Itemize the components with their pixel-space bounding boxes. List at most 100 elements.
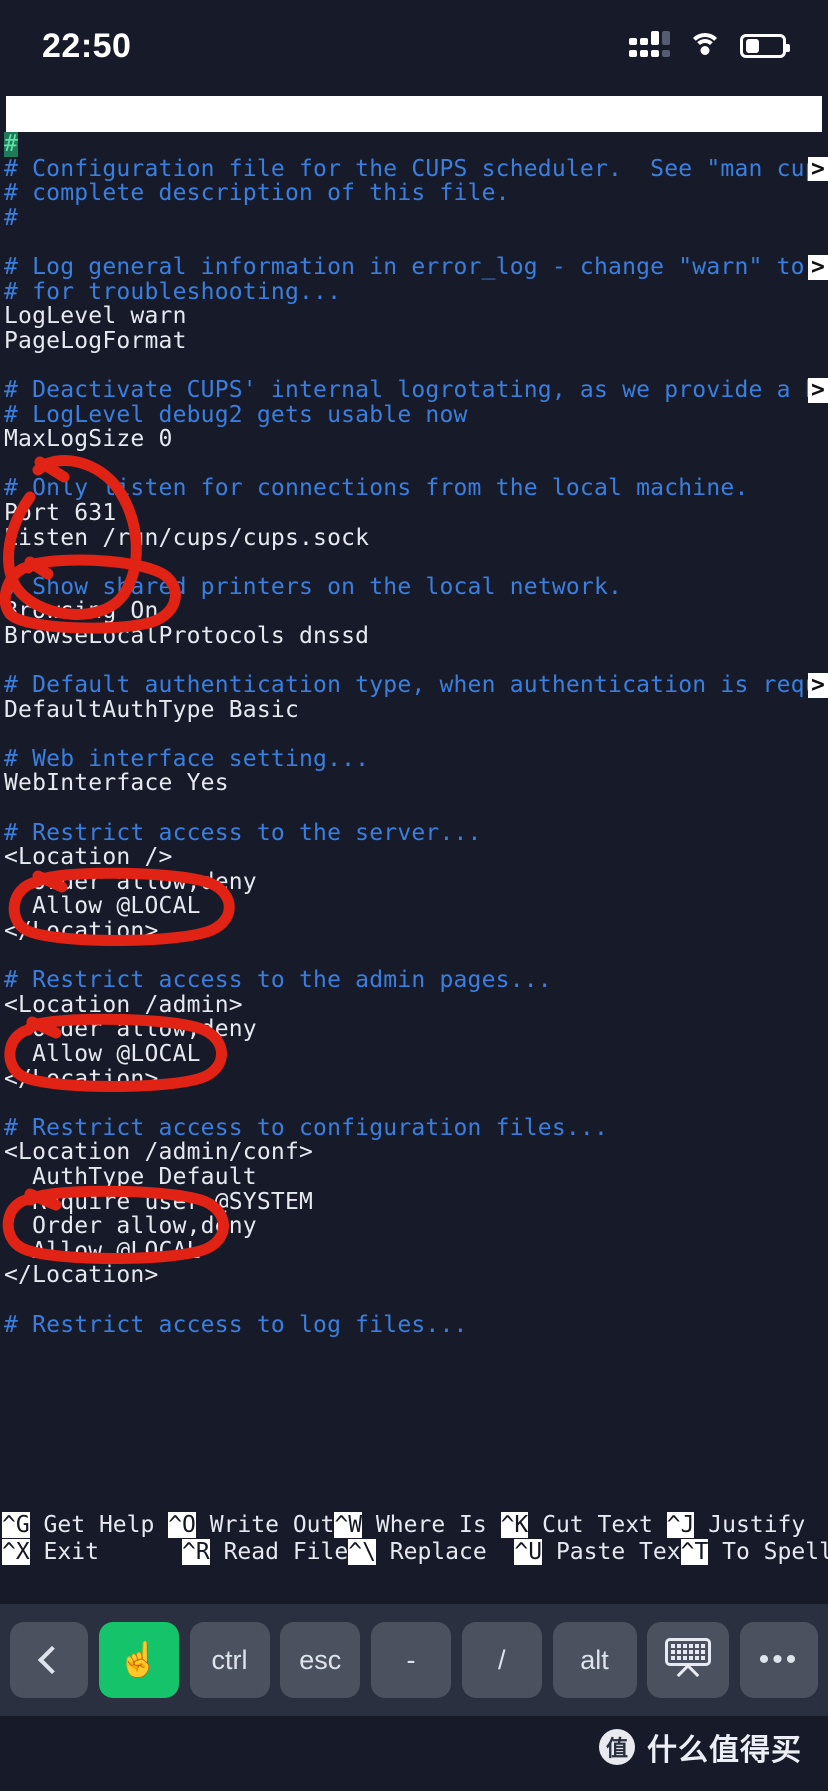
nano-line-31: Allow @LOCAL <box>4 893 201 920</box>
nano-shortcut-row1-label-2[interactable]: Where Is <box>362 1512 500 1538</box>
nano-line-8: PageLogFormat <box>4 327 187 354</box>
nano-editor-area[interactable]: # # Configuration file for the CUPS sched… <box>0 132 828 1508</box>
nano-shortcut-bar[interactable]: ^G Get Help ^O Write Out^W Where Is ^K C… <box>0 1512 828 1570</box>
nano-line-40: # Restrict access to configuration files… <box>4 1114 609 1141</box>
line-continuation-marker: > <box>808 673 828 698</box>
hand-pointer-icon: ☝ <box>117 1641 160 1679</box>
nano-line-33 <box>0 944 828 969</box>
touch-pointer-button[interactable]: ☝ <box>98 1622 179 1698</box>
terminal-key-toolbar[interactable]: ☝ ctrl esc - / alt ••• <box>0 1604 828 1716</box>
nano-line-16: Listen /run/cups/cups.sock <box>4 524 370 551</box>
nano-line-15: Port 631 <box>4 499 117 526</box>
smzdm-logo-icon: 值 <box>599 1729 635 1765</box>
esc-key[interactable]: esc <box>280 1622 361 1698</box>
status-bar: 22:50 <box>0 0 828 92</box>
nano-line-24 <box>0 722 828 747</box>
nano-line-5: # Log general information in error_log -… <box>4 253 828 280</box>
ctrl-key[interactable]: ctrl <box>189 1622 270 1698</box>
nano-shortcut-row1-label-3[interactable]: Cut Text <box>528 1512 666 1538</box>
nano-line-46: </Location> <box>4 1262 159 1289</box>
watermark-label: 什么值得买 <box>647 1733 802 1768</box>
nano-shortcut-row1-label-1[interactable]: Write Out <box>196 1512 335 1538</box>
nano-line-48: # Restrict access to log files... <box>4 1311 468 1338</box>
nano-shortcut-row2-key-2[interactable]: ^\ <box>348 1539 376 1565</box>
nano-line-42: AuthType Default <box>4 1163 257 1190</box>
nano-shortcut-row1-key-1[interactable]: ^O <box>168 1512 196 1538</box>
nano-line-12: MaxLogSize 0 <box>4 426 173 453</box>
keyboard-toggle-button[interactable] <box>647 1622 730 1698</box>
cellular-signal-icon <box>629 30 670 57</box>
nano-line-29: <Location /> <box>4 844 173 871</box>
more-options-button[interactable]: ••• <box>740 1622 818 1698</box>
dash-key[interactable]: - <box>371 1622 451 1698</box>
nano-shortcut-row2-key-4[interactable]: ^T <box>680 1539 709 1565</box>
nano-line-27 <box>0 796 828 821</box>
nano-shortcut-row1-key-4[interactable]: ^J <box>666 1512 695 1538</box>
nano-shortcut-row1-label-4[interactable]: Justify <box>694 1512 805 1538</box>
nano-line-47 <box>0 1288 828 1313</box>
nano-cursor-block: # <box>4 132 19 157</box>
nano-line-4 <box>0 230 828 255</box>
nano-line-11: # LogLevel debug2 gets usable now <box>4 401 468 428</box>
nano-line-44: Order allow,deny <box>4 1213 257 1240</box>
nano-line-36: Order allow,deny <box>4 1016 257 1043</box>
battery-icon <box>740 34 790 58</box>
nano-shortcut-row1-label-0[interactable]: Get Help <box>30 1512 168 1538</box>
nano-line-38: </Location> <box>4 1065 159 1092</box>
nano-line-6: # for troubleshooting... <box>4 278 342 305</box>
nano-line-23: DefaultAuthType Basic <box>4 696 299 723</box>
nano-shortcut-row2-label-4[interactable]: To Spell <box>708 1539 828 1565</box>
nano-line-1: # Configuration file for the CUPS schedu… <box>4 155 828 182</box>
nano-shortcut-row2-label-0[interactable]: Exit <box>30 1539 182 1565</box>
nano-line-37: Allow @LOCAL <box>4 1040 201 1067</box>
nano-line-2: # complete description of this file. <box>4 180 510 207</box>
nano-text-lines[interactable]: # # Configuration file for the CUPS sched… <box>0 132 828 1337</box>
nano-line-41: <Location /admin/conf> <box>4 1139 314 1166</box>
nano-shortcut-row2-label-3[interactable]: Paste Tex <box>542 1539 681 1565</box>
nano-shortcut-row2-key-0[interactable]: ^X <box>2 1539 30 1565</box>
nano-line-19: Browsing On <box>4 598 159 625</box>
nano-line-28: # Restrict access to the server... <box>4 819 482 846</box>
nano-line-18: # Show shared printers on the local netw… <box>4 573 623 600</box>
nano-line-20: BrowseLocalProtocols dnssd <box>4 622 370 649</box>
nano-title-bar: GNU nano 4.8 /etc/cups/cupsd.conf <box>6 96 822 132</box>
nano-line-35: <Location /admin> <box>4 991 243 1018</box>
line-continuation-marker: > <box>808 255 828 280</box>
nano-shortcut-row-1[interactable]: ^G Get Help ^O Write Out^W Where Is ^K C… <box>0 1512 828 1539</box>
slash-key[interactable]: / <box>461 1622 542 1698</box>
ellipsis-icon: ••• <box>758 1643 800 1676</box>
nano-line-21 <box>0 648 828 673</box>
line-continuation-marker: > <box>808 378 828 403</box>
nano-shortcut-row-2[interactable]: ^X Exit ^R Read File^\ Replace ^U Paste … <box>0 1539 828 1566</box>
nano-line-39 <box>0 1091 828 1116</box>
line-continuation-marker: > <box>808 156 828 182</box>
nano-shortcut-row2-label-1[interactable]: Read File <box>210 1539 349 1565</box>
back-button[interactable] <box>10 1622 88 1698</box>
nano-line-7: LogLevel warn <box>4 303 187 330</box>
nano-shortcut-row1-key-0[interactable]: ^G <box>2 1512 30 1538</box>
nano-line-25: # Web interface setting... <box>4 745 370 772</box>
nano-shortcut-row1-key-3[interactable]: ^K <box>500 1512 529 1538</box>
nano-line-3: # <box>4 204 19 231</box>
nano-line-0: # <box>0 132 828 157</box>
alt-key[interactable]: alt <box>552 1622 637 1698</box>
nano-line-22: # Default authentication type, when auth… <box>4 672 828 699</box>
chevron-up-icon <box>676 1663 700 1686</box>
nano-line-13 <box>0 452 828 477</box>
wifi-icon <box>688 33 722 59</box>
status-bar-icons <box>629 30 790 59</box>
nano-line-26: WebInterface Yes <box>4 770 229 797</box>
phone-screen: 22:50 GNU nano 4.8 /etc/cups/cupsd.conf … <box>0 0 828 1791</box>
nano-line-10: # Deactivate CUPS' internal logrotating,… <box>4 376 828 403</box>
nano-line-9 <box>0 353 828 378</box>
nano-shortcut-row1-key-2[interactable]: ^W <box>334 1512 363 1538</box>
watermark: 值 什么值得买 <box>599 1725 802 1769</box>
keyboard-icon <box>665 1637 712 1686</box>
nano-shortcut-row2-key-3[interactable]: ^U <box>514 1539 543 1565</box>
nano-shortcut-row2-key-1[interactable]: ^R <box>182 1539 210 1565</box>
nano-line-14: # Only listen for connections from the l… <box>4 475 749 502</box>
nano-line-45: Allow @LOCAL <box>4 1237 201 1264</box>
nano-line-34: # Restrict access to the admin pages... <box>4 967 552 994</box>
status-bar-clock: 22:50 <box>42 26 132 65</box>
nano-shortcut-row2-label-2[interactable]: Replace <box>376 1539 514 1565</box>
